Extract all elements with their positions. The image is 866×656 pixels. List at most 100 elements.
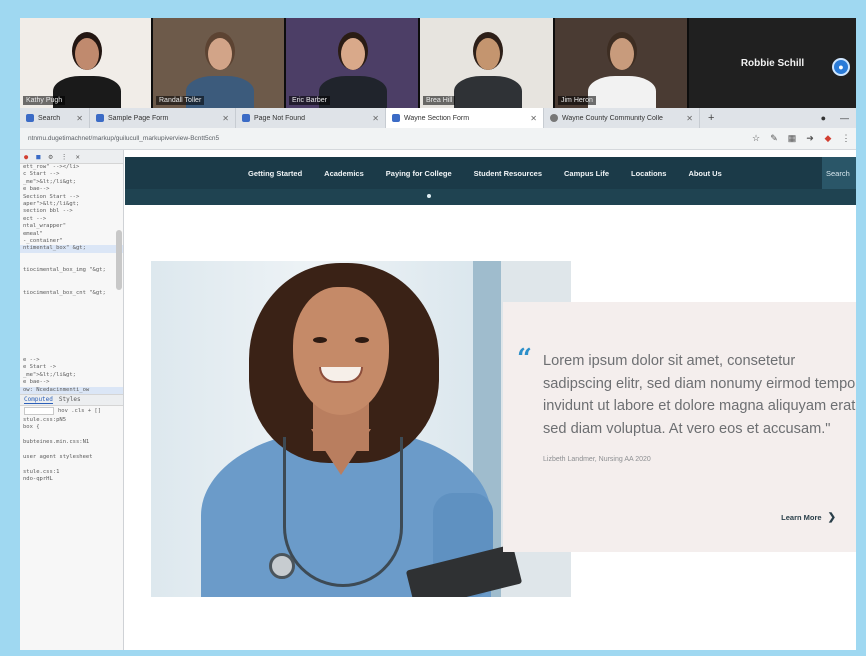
styles-tabs: Computed Styles (20, 393, 123, 406)
site-navbar: Getting Started Academics Paying for Colle… (125, 157, 856, 189)
filter-input[interactable] (24, 407, 54, 416)
nav-item[interactable]: About Us (677, 169, 732, 178)
website-viewport: Getting Started Academics Paying for Colle… (125, 150, 856, 650)
code-line[interactable] (20, 275, 123, 282)
tab-styles[interactable]: Styles (59, 396, 81, 403)
code-line[interactable]: ett_row" --></li> (20, 164, 123, 171)
settings-icon[interactable]: ⚙ (48, 153, 52, 161)
browser-tab[interactable]: Sample Page Form ✕ (90, 108, 236, 128)
code-line[interactable]: tiocimental_box_img "&gt; (20, 267, 123, 274)
user-avatar-icon: ● (832, 58, 850, 76)
close-tab-icon[interactable]: ✕ (530, 114, 537, 123)
menu-icon[interactable]: ⋮ (840, 133, 852, 144)
nav-item[interactable]: Student Resources (463, 169, 553, 178)
close-tab-icon[interactable]: ✕ (686, 114, 693, 123)
elements-tree-lower: e --> e Start -> _me">&lt;/li&gt; e bae--> o… (20, 357, 123, 394)
code-line[interactable] (20, 432, 123, 439)
browser-tab[interactable]: Wayne County Community Colle ✕ (544, 108, 700, 128)
url-field[interactable]: ntnmu.dugetimachnet/markup/guilucull_mar… (24, 131, 744, 147)
page-icon (26, 114, 34, 122)
code-line[interactable] (20, 282, 123, 289)
code-line[interactable]: stule.css:pN5 (20, 417, 123, 424)
more-icon[interactable]: ⋮ (61, 153, 68, 161)
styles-filter: hov .cls + [] (20, 406, 123, 417)
participant-tile[interactable]: Brea Hill (420, 18, 555, 108)
browser-tab[interactable]: Page Not Found ✕ (236, 108, 386, 128)
chevron-right-icon: ❯ (827, 512, 836, 523)
participant-name: Randall Toller (156, 96, 205, 105)
profile-icon[interactable]: ● (814, 113, 833, 123)
participant-name: Eric Barber (289, 96, 331, 105)
tab-label: Wayne County Community Colle (562, 114, 663, 122)
code-line[interactable]: c Start --> (20, 171, 123, 178)
nav-item[interactable]: Campus Life (553, 169, 620, 178)
filter-options[interactable]: hov .cls + [] (58, 408, 101, 414)
tab-label: Page Not Found (254, 114, 305, 122)
vscode-icon (242, 114, 250, 122)
testimonial-card: “ Lorem ipsum dolor sit amet, consetetur… (503, 302, 856, 552)
vscode-icon (96, 114, 104, 122)
code-line[interactable]: e Start -> (20, 364, 123, 371)
pen-icon[interactable]: ✎ (768, 133, 780, 144)
code-line[interactable]: ndo-qprHL (20, 476, 123, 483)
learn-more-link[interactable]: Learn More ❯ (781, 512, 836, 523)
code-line[interactable]: ow: Ncedacinmenti_ow (20, 386, 123, 394)
code-line[interactable]: section bbl --> (20, 208, 123, 215)
code-line[interactable]: ntal_wrapper" (20, 223, 123, 230)
record-icon[interactable]: ● (24, 153, 28, 161)
code-line[interactable]: ect --> (20, 216, 123, 223)
search-button[interactable]: Search (822, 157, 856, 189)
close-icon[interactable]: ✕ (76, 153, 80, 161)
close-tab-icon[interactable]: ✕ (76, 114, 83, 123)
participant-tile[interactable]: Randall Toller (153, 18, 286, 108)
new-tab-icon[interactable]: + (700, 112, 722, 124)
close-tab-icon[interactable]: ✕ (372, 114, 379, 123)
star-icon[interactable]: ☆ (750, 133, 762, 144)
code-line[interactable]: e bae--> (20, 186, 123, 193)
code-line[interactable]: user agent stylesheet (20, 454, 123, 461)
nav-item[interactable]: Locations (620, 169, 677, 178)
code-line[interactable]: tiocimental_box_cnt "&gt; (20, 290, 123, 297)
tab-label: Search (38, 114, 61, 122)
page-icon (392, 114, 400, 122)
code-line[interactable]: e --> (20, 357, 123, 364)
featured-participant-tile[interactable]: Robbie Schill ● (689, 18, 856, 108)
code-line[interactable] (20, 461, 123, 468)
code-line[interactable] (20, 447, 123, 454)
tab-label: Wayne Section Form (404, 114, 470, 122)
code-line[interactable]: Section Start --> (20, 194, 123, 201)
code-line[interactable]: stule.css:1 (20, 469, 123, 476)
code-line[interactable]: -_container" (20, 238, 123, 245)
minimize-icon[interactable]: — (833, 113, 856, 123)
testimonial-author: Lizbeth Landmer, Nursing AA 2020 (543, 456, 651, 463)
nav-item[interactable]: Academics (313, 169, 375, 178)
code-line[interactable] (20, 260, 123, 267)
code-line[interactable]: emeal" (20, 231, 123, 238)
code-line[interactable]: e bae--> (20, 379, 123, 386)
participant-tile[interactable]: Kathy Pugh (20, 18, 153, 108)
participant-tile[interactable]: Eric Barber (286, 18, 420, 108)
tab-computed[interactable]: Computed (24, 396, 53, 404)
slider-dot[interactable] (427, 194, 431, 198)
code-line[interactable]: box { (20, 424, 123, 431)
close-tab-icon[interactable]: ✕ (222, 114, 229, 123)
browser-tab[interactable]: Wayne Section Form ✕ (386, 108, 544, 128)
code-line[interactable]: aper">&lt;/li&gt; (20, 201, 123, 208)
extension-icon[interactable]: ◆ (822, 133, 834, 144)
grid-icon[interactable]: ▦ (786, 133, 798, 144)
code-line[interactable]: _me">&lt;/li&gt; (20, 179, 123, 186)
code-line[interactable]: _me">&lt;/li&gt; (20, 372, 123, 379)
inspect-icon[interactable]: ■ (36, 153, 40, 161)
featured-participant-name: Robbie Schill (740, 57, 805, 69)
browser-tab[interactable]: Search ✕ (20, 108, 90, 128)
devtools-scrollbar[interactable] (116, 230, 122, 290)
code-line[interactable]: bubteines.min.css:N1 (20, 439, 123, 446)
code-line[interactable] (20, 253, 123, 260)
nav-item[interactable]: Getting Started (237, 169, 313, 178)
code-line[interactable]: ntimental_box" &gt; (20, 245, 123, 253)
share-icon[interactable]: ➜ (804, 133, 816, 144)
address-bar: ntnmu.dugetimachnet/markup/guilucull_mar… (20, 128, 856, 150)
nav-item[interactable]: Paying for College (375, 169, 463, 178)
styles-code: stule.css:pN5 box { bubteines.min.css:N1 us… (20, 417, 123, 484)
participant-tile[interactable]: Jim Heron (555, 18, 689, 108)
